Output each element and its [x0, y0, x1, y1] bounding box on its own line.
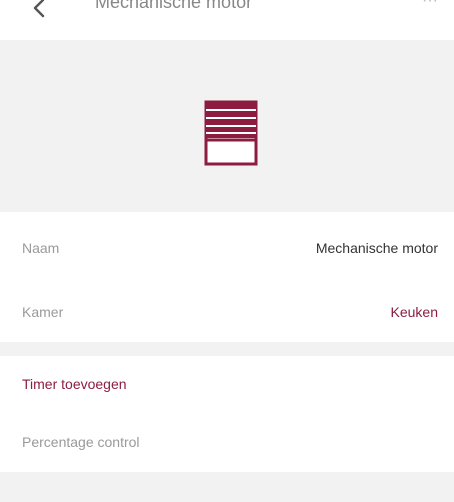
chevron-left-icon	[33, 0, 45, 18]
more-button[interactable]: ···	[422, 0, 438, 10]
roller-shutter-icon	[204, 100, 258, 166]
device-hero	[0, 40, 454, 212]
add-timer-button[interactable]: Timer toevoegen	[0, 362, 454, 406]
section-divider	[0, 342, 454, 356]
top-bar: Mechanische motor ···	[0, 0, 454, 40]
name-value: Mechanische motor	[315, 240, 438, 256]
add-timer-label: Timer toevoegen	[22, 376, 127, 392]
page-title: Mechanische motor	[95, 0, 253, 12]
back-button[interactable]	[20, 0, 60, 28]
percentage-control-label: Percentage control	[22, 434, 140, 450]
room-value: Keuken	[390, 304, 438, 320]
name-row[interactable]: Naam Mechanische motor	[0, 226, 454, 270]
room-label: Kamer	[22, 304, 64, 320]
device-info: Naam Mechanische motor Kamer Keuken	[0, 212, 454, 342]
bottom-spacer	[0, 472, 454, 502]
name-label: Naam	[22, 240, 60, 256]
percentage-control-item[interactable]: Percentage control	[0, 420, 454, 464]
device-actions: Timer toevoegen Percentage control	[0, 356, 454, 472]
room-row[interactable]: Kamer Keuken	[0, 290, 454, 334]
